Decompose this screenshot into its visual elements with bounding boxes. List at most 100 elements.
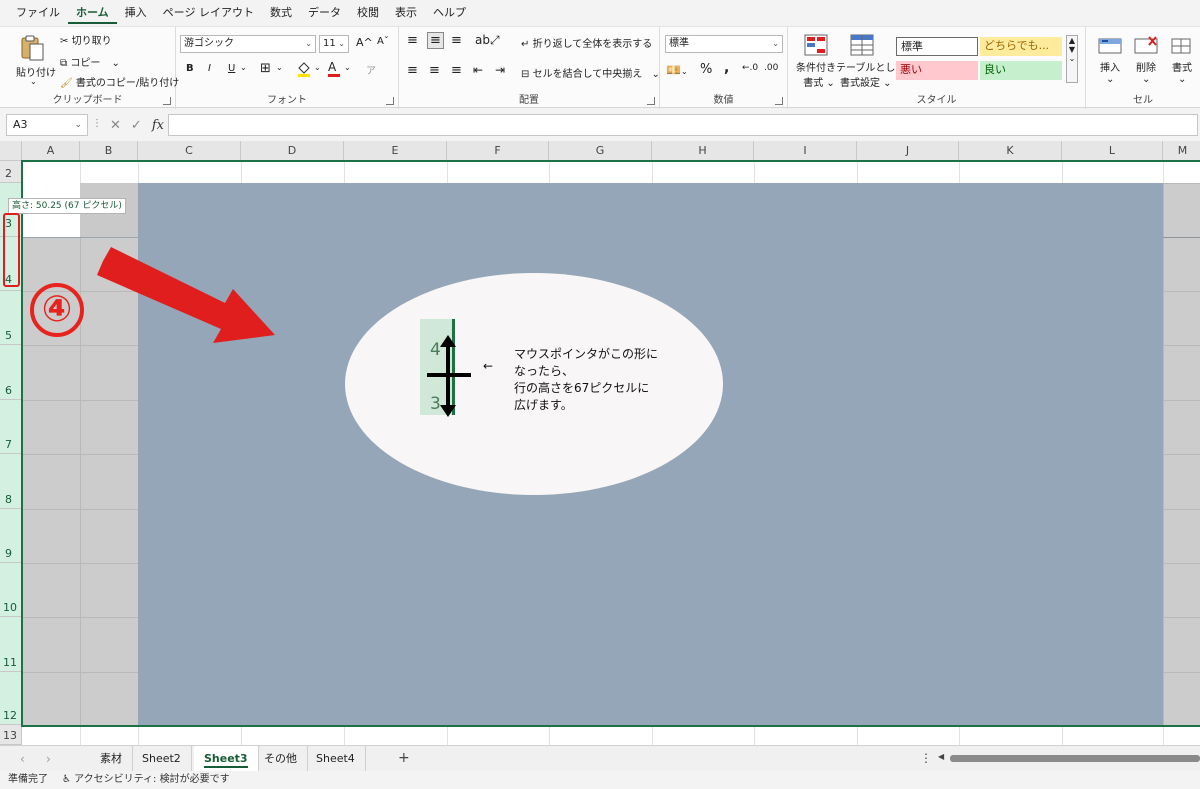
delete-cells-button[interactable]: 削除 ⌄ — [1136, 59, 1156, 85]
number-launcher-icon[interactable] — [775, 97, 783, 105]
increase-indent-icon[interactable]: ⇥ — [495, 63, 505, 77]
tab-data[interactable]: データ — [300, 0, 349, 26]
tab-review[interactable]: 校閲 — [349, 0, 387, 26]
row-header-11[interactable]: 11 — [0, 617, 22, 672]
row-header-9[interactable]: 9 — [0, 509, 22, 563]
tab-formulas[interactable]: 数式 — [262, 0, 300, 26]
font-size-select[interactable]: 11 ⌄ — [319, 35, 349, 53]
italic-button[interactable]: I — [208, 63, 211, 74]
tab-help[interactable]: ヘルプ — [425, 0, 474, 26]
font-color-button[interactable]: A — [328, 60, 340, 77]
decrease-indent-icon[interactable]: ⇤ — [473, 63, 483, 77]
cut-button[interactable]: ✂ 切り取り — [60, 32, 112, 47]
tabs-options-icon[interactable]: ⋮ — [920, 751, 932, 765]
align-right-icon[interactable]: ≡ — [451, 63, 462, 78]
merge-center-button[interactable]: ⊟ セルを結合して中央揃え ⌄ — [521, 65, 660, 80]
decrease-decimal-icon[interactable]: .00 — [764, 63, 778, 73]
prev-sheet-icon[interactable]: ‹ — [20, 752, 25, 766]
fill-color-button[interactable] — [296, 61, 312, 80]
horizontal-scrollbar[interactable] — [950, 755, 1200, 762]
grow-font-button[interactable]: A^ — [356, 36, 373, 49]
align-left-icon[interactable]: ≡ — [407, 63, 418, 78]
column-header-j[interactable]: J — [857, 141, 959, 161]
column-header-b[interactable]: B — [80, 141, 138, 161]
worksheet-grid[interactable]: A B C D E F G H I J K L M 2 3 4 5 6 7 8 … — [0, 141, 1200, 745]
phonetic-icon[interactable]: ア — [366, 62, 376, 77]
conditional-format-icon[interactable] — [802, 33, 830, 57]
column-header-k[interactable]: K — [959, 141, 1062, 161]
percent-button[interactable]: % — [700, 62, 712, 77]
row-header-12[interactable]: 12 — [0, 672, 22, 725]
cancel-icon[interactable]: ✕ — [110, 118, 121, 133]
insert-cells-icon[interactable] — [1096, 33, 1124, 57]
sheet-tab-sozai[interactable]: 素材 — [90, 746, 133, 771]
align-bottom-icon[interactable]: ≡ — [451, 33, 462, 48]
row-header-2[interactable]: 2 — [0, 161, 22, 183]
tab-view[interactable]: 表示 — [387, 0, 425, 26]
sheet-tab-sheet4[interactable]: Sheet4 — [306, 746, 366, 771]
row-header-13[interactable]: 13 — [0, 725, 22, 745]
number-format-select[interactable]: 標準 ⌄ — [665, 35, 783, 53]
tab-page-layout[interactable]: ページ レイアウト — [155, 0, 262, 26]
sheet-tab-other[interactable]: その他 — [254, 746, 308, 771]
fill-dropdown-icon[interactable]: ⌄ — [314, 63, 321, 72]
sheet-tab-sheet2[interactable]: Sheet2 — [132, 746, 192, 771]
insert-cells-button[interactable]: 挿入 ⌄ — [1100, 59, 1120, 85]
column-header-e[interactable]: E — [344, 141, 447, 161]
sheet-tab-sheet3[interactable]: Sheet3 — [194, 746, 259, 771]
column-header-h[interactable]: H — [652, 141, 754, 161]
column-header-d[interactable]: D — [241, 141, 344, 161]
column-header-f[interactable]: F — [447, 141, 549, 161]
paste-dropdown-icon[interactable]: ⌄ — [30, 77, 37, 86]
enter-icon[interactable]: ✓ — [131, 118, 142, 133]
column-header-c[interactable]: C — [138, 141, 241, 161]
column-header-m[interactable]: M — [1163, 141, 1200, 161]
tab-insert[interactable]: 挿入 — [117, 0, 155, 26]
format-as-table-icon[interactable] — [848, 33, 876, 57]
column-header-i[interactable]: I — [754, 141, 857, 161]
column-header-a[interactable]: A — [22, 141, 80, 161]
name-box-dropdown-icon[interactable]: ⌄ — [74, 115, 82, 135]
borders-icon[interactable]: ⊞ — [260, 61, 271, 76]
clipboard-launcher-icon[interactable] — [163, 97, 171, 105]
paste-button[interactable] — [14, 33, 50, 63]
font-name-select[interactable]: 游ゴシック ⌄ — [180, 35, 316, 53]
add-sheet-button[interactable]: + — [398, 750, 410, 766]
underline-dropdown-icon[interactable]: ⌄ — [240, 63, 247, 72]
comma-button[interactable]: , — [724, 60, 729, 76]
name-box[interactable]: A3 ⌄ — [6, 114, 88, 136]
format-painter-button[interactable]: 🖌 書式のコピー/貼り付け — [60, 74, 179, 89]
format-cells-button[interactable]: 書式 ⌄ — [1172, 59, 1192, 85]
format-as-table-button[interactable]: テーブルとして 書式設定 ⌄ — [836, 59, 905, 89]
row-header-8[interactable]: 8 — [0, 454, 22, 509]
style-bad[interactable]: 悪い — [896, 61, 978, 80]
align-middle-icon[interactable]: ≡ — [427, 32, 444, 49]
format-cells-icon[interactable] — [1168, 33, 1196, 57]
style-good[interactable]: 良い — [980, 61, 1062, 80]
underline-button[interactable]: U — [228, 63, 235, 74]
row-header-10[interactable]: 10 — [0, 563, 22, 617]
row-header-6[interactable]: 6 — [0, 345, 22, 400]
styles-scroll[interactable]: ▲ ▼ ⌄ — [1066, 35, 1078, 83]
tab-home[interactable]: ホーム — [68, 2, 117, 24]
orientation-icon[interactable]: ab⤢ — [475, 33, 500, 48]
bold-button[interactable]: B — [186, 63, 194, 74]
column-header-g[interactable]: G — [549, 141, 652, 161]
column-header-l[interactable]: L — [1062, 141, 1163, 161]
tab-file[interactable]: ファイル — [8, 0, 68, 26]
shrink-font-button[interactable]: Aˇ — [377, 36, 389, 47]
wrap-text-button[interactable]: ↵ 折り返して全体を表示する — [521, 35, 652, 50]
scroll-left-icon[interactable]: ◀ — [938, 752, 944, 761]
accessibility-status[interactable]: ♿ アクセシビリティ: 検討が必要です — [62, 771, 230, 789]
increase-decimal-icon[interactable]: ←.0 — [742, 63, 758, 73]
next-sheet-icon[interactable]: › — [46, 752, 51, 766]
borders-dropdown-icon[interactable]: ⌄ — [276, 63, 283, 72]
style-normal[interactable]: 標準 — [896, 37, 978, 56]
currency-icon[interactable]: 💴⌄ — [666, 63, 688, 77]
font-launcher-icon[interactable] — [386, 97, 394, 105]
formula-input[interactable] — [168, 114, 1198, 136]
row-header-7[interactable]: 7 — [0, 400, 22, 454]
copy-button[interactable]: ⧉ コピー ⌄ — [60, 54, 120, 69]
delete-cells-icon[interactable] — [1132, 33, 1160, 57]
insert-function-icon[interactable]: fx — [152, 118, 164, 133]
